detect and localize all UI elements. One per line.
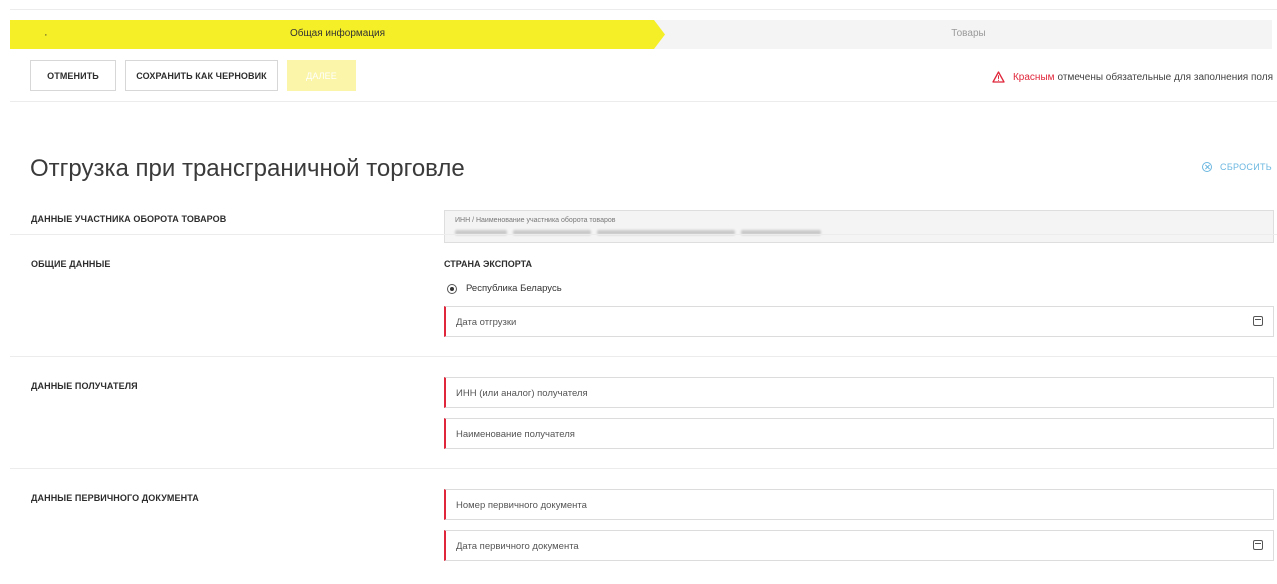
- section-general-label: ОБЩИЕ ДАННЫЕ: [31, 259, 111, 269]
- section-recipient-label: ДАННЫЕ ПОЛУЧАТЕЛЯ: [31, 381, 138, 391]
- step-general-info-label: Общая информация: [289, 28, 386, 39]
- stepper: Товары · Общая информация: [10, 20, 1272, 49]
- notice-text: отмечены обязательные для заполнения пол…: [1057, 71, 1273, 83]
- section-participant-label: ДАННЫЕ УЧАСТНИКА ОБОРОТА ТОВАРОВ: [31, 214, 227, 224]
- notice-red-word: Красным: [1012, 71, 1055, 83]
- calendar-icon[interactable]: [1253, 540, 1263, 550]
- reset-label: СБРОСИТЬ: [1220, 162, 1272, 172]
- primary-doc-number-field[interactable]: Номер первичного документа: [444, 489, 1274, 520]
- primary-doc-date-field[interactable]: Дата первичного документа: [444, 530, 1274, 561]
- toolbar-divider: [10, 101, 1277, 102]
- calendar-icon[interactable]: [1253, 316, 1263, 326]
- next-button[interactable]: ДАЛЕЕ: [287, 60, 356, 91]
- step-products-label: Товары: [951, 28, 986, 39]
- save-draft-button[interactable]: СОХРАНИТЬ КАК ЧЕРНОВИК: [125, 60, 278, 91]
- recipient-inn-field[interactable]: ИНН (или аналог) получателя: [444, 377, 1274, 408]
- primary-doc-date-placeholder: Дата первичного документа: [456, 541, 579, 552]
- radio-selected-icon[interactable]: [447, 283, 457, 294]
- country-option-label: Республика Беларусь: [466, 283, 562, 294]
- section-divider: [10, 234, 1277, 235]
- participant-value-blurred: [455, 230, 825, 236]
- participant-field-label: ИНН / Наименование участника оборота тов…: [455, 217, 616, 224]
- required-fields-notice: Красным отмечены обязательные для заполн…: [992, 71, 1273, 83]
- reset-button[interactable]: СБРОСИТЬ: [1202, 162, 1272, 172]
- recipient-name-placeholder: Наименование получателя: [456, 429, 575, 440]
- country-option-belarus[interactable]: Республика Беларусь: [447, 283, 562, 294]
- recipient-inn-placeholder: ИНН (или аналог) получателя: [456, 388, 588, 399]
- page-title: Отгрузка при трансграничной торговле: [30, 155, 465, 182]
- warning-triangle-icon: [992, 71, 1005, 83]
- export-country-heading: СТРАНА ЭКСПОРТА: [444, 259, 533, 269]
- section-divider: [10, 468, 1277, 469]
- primary-doc-number-placeholder: Номер первичного документа: [456, 500, 587, 511]
- top-divider: [10, 9, 1277, 10]
- reset-icon: [1202, 162, 1213, 172]
- step-general-info[interactable]: · Общая информация: [10, 20, 665, 49]
- section-divider: [10, 356, 1277, 357]
- participant-field: ИНН / Наименование участника оборота тов…: [444, 210, 1274, 243]
- cancel-button[interactable]: ОТМЕНИТЬ: [30, 60, 116, 91]
- shipment-date-placeholder: Дата отгрузки: [456, 317, 517, 328]
- shipment-date-field[interactable]: Дата отгрузки: [444, 306, 1274, 337]
- recipient-name-field[interactable]: Наименование получателя: [444, 418, 1274, 449]
- section-primary-doc-label: ДАННЫЕ ПЕРВИЧНОГО ДОКУМЕНТА: [31, 493, 199, 503]
